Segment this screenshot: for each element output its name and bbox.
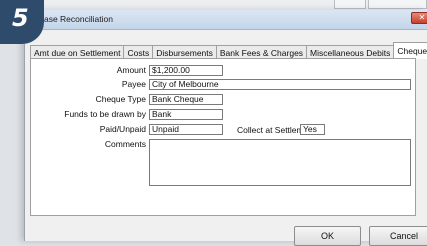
desktop-strip (0, 0, 427, 10)
window-title: chase Reconciliation (35, 14, 113, 24)
comments-label: Comments (104, 139, 146, 149)
background-button (334, 0, 366, 9)
title-bar: chase Reconciliation ✕ (25, 10, 427, 30)
paid-unpaid-field[interactable]: Unpaid (149, 124, 223, 135)
payee-field[interactable]: City of Melbourne (149, 79, 411, 90)
ok-button[interactable]: OK (294, 226, 361, 246)
close-icon: ✕ (418, 13, 426, 22)
funds-drawn-by-label: Funds to be drawn by (64, 109, 146, 119)
cancel-button[interactable]: Cancel (369, 226, 427, 246)
tab-cheques[interactable]: Cheques (393, 42, 427, 59)
comments-textarea[interactable] (149, 139, 411, 186)
cheque-type-field[interactable]: Bank Cheque (149, 94, 223, 105)
collect-at-settlement-field[interactable]: Yes (300, 124, 325, 135)
purchase-reconciliation-dialog: chase Reconciliation ✕ Amt due on Settle… (24, 10, 427, 246)
paid-unpaid-label: Paid/Unpaid (99, 124, 146, 134)
close-button[interactable]: ✕ (411, 12, 427, 24)
funds-drawn-by-field[interactable]: Bank (149, 109, 223, 120)
background-button (368, 0, 427, 9)
cheques-panel: Amount $1,200.00 Payee City of Melbourne… (30, 58, 416, 216)
step-badge: 5 (0, 0, 44, 44)
payee-label: Payee (121, 79, 146, 89)
tab-strip: Amt due on Settlement Costs Disbursements B… (30, 42, 427, 60)
cheque-type-label: Cheque Type (95, 94, 146, 104)
amount-label: Amount (116, 65, 146, 75)
amount-field[interactable]: $1,200.00 (149, 65, 223, 76)
